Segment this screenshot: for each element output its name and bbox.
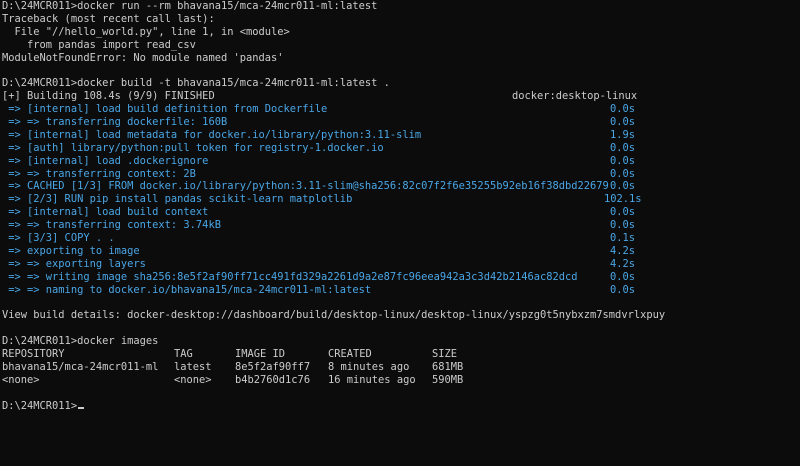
- build-step: => [3/3] COPY . . 0.1s: [2, 232, 636, 245]
- step-time: 102.1s: [604, 193, 642, 206]
- prompt: D:\24MCR011>: [2, 335, 78, 348]
- table-row: bhavana15/mca-24mcr011-ml latest 8e5f2af…: [2, 361, 800, 374]
- build-step: => [internal] load metadata for docker.i…: [2, 128, 636, 141]
- images-command-line: D:\24MCR011>docker images: [2, 335, 800, 348]
- step-time: 0.0s: [610, 283, 636, 296]
- build-step: => => exporting layers 4.2s: [2, 257, 636, 270]
- cell-repository: <none>: [2, 373, 40, 386]
- step-time: 4.2s: [610, 244, 636, 257]
- cell-created: 16 minutes ago: [328, 373, 416, 386]
- traceback-line: Traceback (most recent call last):: [2, 12, 215, 25]
- step-time: 0.1s: [610, 232, 636, 245]
- build-step: => [internal] load build definition from…: [2, 103, 636, 116]
- build-header: [+] Building 108.4s (9/9) FINISHED docker…: [2, 90, 800, 103]
- step-time: 0.0s: [610, 103, 636, 116]
- command-text: docker build -t bhavana15/mca-24mcr011-m…: [77, 77, 390, 90]
- cell-tag: <none>: [174, 373, 212, 386]
- cell-image-id: 8e5f2af90ff7: [235, 360, 311, 373]
- build-command-line: D:\24MCR011>docker build -t bhavana15/mc…: [2, 77, 800, 90]
- prompt: D:\24MCR011>: [2, 399, 78, 412]
- step-time: 0.0s: [610, 141, 636, 154]
- build-header-text: [+] Building 108.4s (9/9) FINISHED: [2, 90, 215, 103]
- images-table-header: REPOSITORY TAG IMAGE ID CREATED SIZE: [2, 348, 800, 361]
- build-step: => => writing image sha256:8e5f2af90ff71…: [2, 270, 636, 283]
- cell-repository: bhavana15/mca-24mcr011-ml: [2, 360, 159, 373]
- input-line[interactable]: D:\24MCR011>: [2, 400, 800, 413]
- step-time: 0.0s: [610, 154, 636, 167]
- traceback-line: File "//hello_world.py", line 1, in <mod…: [2, 25, 290, 38]
- build-step: => [internal] load build context 0.0s: [2, 206, 636, 219]
- build-step: => => transferring context: 2B 0.0s: [2, 167, 636, 180]
- build-step: => => naming to docker.io/bhavana15/mca-…: [2, 283, 636, 296]
- column-header-repository: REPOSITORY: [2, 348, 65, 361]
- step-time: 4.2s: [610, 257, 636, 270]
- text-cursor: [78, 406, 85, 409]
- cell-size: 681MB: [432, 360, 464, 373]
- cell-created: 8 minutes ago: [328, 360, 410, 373]
- build-step: => CACHED [1/3] FROM docker.io/library/p…: [2, 180, 636, 193]
- step-time: 1.9s: [610, 128, 636, 141]
- build-step: => exporting to image 4.2s: [2, 244, 636, 257]
- cell-tag: latest: [174, 360, 212, 373]
- command-text: docker run --rm bhavana15/mca-24mcr011-m…: [77, 0, 378, 12]
- build-step: => => transferring context: 3.74kB 0.0s: [2, 219, 636, 232]
- build-context-label: docker:desktop-linux: [512, 90, 638, 103]
- terminal-window[interactable]: D:\24MCR011>docker run --rm bhavana15/mc…: [0, 0, 800, 466]
- run-command-line: D:\24MCR011>docker run --rm bhavana15/mc…: [2, 0, 800, 13]
- column-header-size: SIZE: [432, 348, 458, 361]
- column-header-created: CREATED: [328, 348, 372, 361]
- step-time: 0.0s: [610, 219, 636, 232]
- prompt: D:\24MCR011>: [2, 0, 78, 12]
- column-header-tag: TAG: [174, 348, 193, 361]
- step-time: 0.0s: [610, 270, 636, 283]
- cell-image-id: b4b2760d1c76: [235, 373, 311, 386]
- column-header-image-id: IMAGE ID: [235, 348, 286, 361]
- error-line: ModuleNotFoundError: No module named 'pa…: [2, 51, 284, 64]
- prompt: D:\24MCR011>: [2, 77, 78, 90]
- build-step: => [auth] library/python:pull token for …: [2, 141, 636, 154]
- cell-size: 590MB: [432, 373, 464, 386]
- build-step: => => transferring dockerfile: 160B 0.0s: [2, 116, 636, 129]
- step-time: 0.0s: [610, 116, 636, 129]
- build-details-line[interactable]: View build details: docker-desktop://das…: [2, 309, 800, 322]
- step-time: 0.0s: [610, 180, 636, 193]
- table-row: <none> <none> b4b2760d1c76 16 minutes ag…: [2, 374, 800, 387]
- build-step: => [internal] load .dockerignore 0.0s: [2, 154, 636, 167]
- traceback-line: from pandas import read_csv: [2, 38, 196, 51]
- step-time: 0.0s: [610, 206, 636, 219]
- build-step: => [2/3] RUN pip install pandas scikit-l…: [2, 193, 642, 206]
- command-text: docker images: [77, 335, 159, 348]
- step-time: 0.0s: [610, 167, 636, 180]
